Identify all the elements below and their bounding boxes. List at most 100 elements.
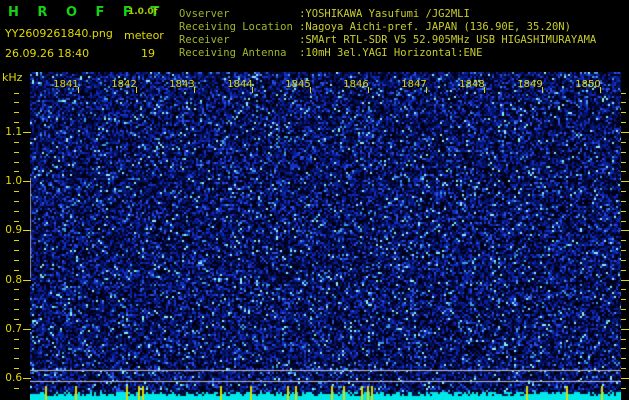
axis-tick xyxy=(14,368,19,369)
axis-tick xyxy=(14,191,19,192)
station-info-row: Ovserver :YOSHIKAWA Yasufumi /JG2MLI xyxy=(179,8,596,21)
time-axis-label: 1843 xyxy=(169,79,195,90)
axis-tick xyxy=(14,299,19,300)
axis-tick xyxy=(14,122,19,123)
axis-tick xyxy=(14,250,19,251)
time-axis-label: 1849 xyxy=(517,79,543,90)
axis-tick xyxy=(621,211,626,212)
axis-tick xyxy=(252,87,253,93)
time-axis-label: 1847 xyxy=(401,79,427,90)
axis-tick xyxy=(621,240,626,241)
axis-tick xyxy=(14,93,19,94)
axis-tick xyxy=(484,87,485,93)
app-version: 1.0.0f xyxy=(128,7,158,17)
axis-tick xyxy=(14,171,19,172)
axis-tick xyxy=(621,260,626,261)
axis-tick xyxy=(600,87,601,93)
axis-tick xyxy=(14,240,19,241)
echo-count: 19 xyxy=(141,47,155,60)
axis-tick xyxy=(23,280,31,281)
observation-datetime: 26.09.26 18:40 xyxy=(5,47,90,60)
axis-tick xyxy=(14,142,19,143)
station-info-label: Receiving Antenna xyxy=(179,47,300,59)
axis-tick xyxy=(14,289,19,290)
axis-tick xyxy=(621,152,626,153)
axis-tick xyxy=(14,162,19,163)
axis-tick xyxy=(621,102,626,103)
spectrogram-heatmap xyxy=(30,72,621,400)
axis-tick xyxy=(310,87,311,93)
freq-axis-label: 0.6 xyxy=(5,372,22,384)
station-info-label: Receiving Location xyxy=(179,21,300,33)
axis-tick xyxy=(621,122,626,123)
axis-tick xyxy=(621,289,626,290)
axis-tick xyxy=(621,132,629,133)
axis-tick xyxy=(621,162,626,163)
axis-tick xyxy=(621,93,626,94)
axis-tick xyxy=(368,87,369,93)
observation-mode-label: meteor xyxy=(124,29,164,42)
axis-tick xyxy=(23,132,31,133)
axis-tick xyxy=(14,112,19,113)
axis-tick xyxy=(14,102,19,103)
axis-tick xyxy=(621,270,626,271)
axis-tick xyxy=(621,368,626,369)
axis-tick xyxy=(621,181,629,182)
axis-tick xyxy=(14,270,19,271)
axis-tick xyxy=(14,319,19,320)
axis-tick xyxy=(14,211,19,212)
axis-tick xyxy=(23,230,31,231)
station-info-value: :SMArt RTL-SDR V5 52.905MHz USB HIGASHIM… xyxy=(299,34,597,46)
axis-tick xyxy=(23,329,31,330)
axis-tick xyxy=(621,250,626,251)
axis-tick xyxy=(78,87,79,93)
axis-tick xyxy=(621,171,626,172)
axis-tick xyxy=(14,260,19,261)
freq-axis-label: 0.7 xyxy=(5,323,22,335)
time-axis-label: 1842 xyxy=(111,79,137,90)
axis-tick xyxy=(14,201,19,202)
freq-axis-label: 0.9 xyxy=(5,224,22,236)
time-axis-label: 1845 xyxy=(285,79,311,90)
axis-tick xyxy=(23,378,31,379)
axis-tick xyxy=(621,309,626,310)
axis-tick xyxy=(621,358,626,359)
axis-tick xyxy=(14,348,19,349)
axis-tick xyxy=(621,280,629,281)
time-axis-label: 1846 xyxy=(343,79,369,90)
axis-tick xyxy=(621,142,626,143)
axis-tick xyxy=(621,112,626,113)
axis-tick xyxy=(542,87,543,93)
axis-tick xyxy=(621,388,626,389)
axis-tick xyxy=(426,87,427,93)
hrofft-spectrogram-image: H R O F F T 1.0.0f YY2609261840.png mete… xyxy=(0,0,629,400)
axis-tick xyxy=(14,221,19,222)
station-info-value: :10mH 3el.YAGI Horizontal:ENE xyxy=(299,47,483,59)
station-info-row: Receiving Location :Nagoya Aichi-pref. J… xyxy=(179,21,596,34)
axis-tick xyxy=(621,329,629,330)
station-info-label: Ovserver xyxy=(179,8,300,20)
axis-tick xyxy=(621,339,626,340)
axis-tick xyxy=(621,201,626,202)
axis-tick xyxy=(23,181,31,182)
axis-tick xyxy=(621,378,629,379)
freq-axis-label: 0.8 xyxy=(5,274,22,286)
station-info-value: :YOSHIKAWA Yasufumi /JG2MLI xyxy=(299,8,470,20)
time-axis-label: 1844 xyxy=(227,79,253,90)
station-info-value: :Nagoya Aichi-pref. JAPAN (136.90E, 35.2… xyxy=(299,21,571,33)
freq-axis-label: 1.1 xyxy=(5,126,22,138)
axis-tick xyxy=(621,221,626,222)
axis-tick xyxy=(136,87,137,93)
axis-tick xyxy=(621,319,626,320)
freq-axis-unit-label: kHz xyxy=(2,71,23,84)
station-info-row: Receiver :SMArt RTL-SDR V5 52.905MHz USB… xyxy=(179,34,596,47)
time-axis-label: 1848 xyxy=(459,79,485,90)
axis-tick xyxy=(14,388,19,389)
axis-tick xyxy=(14,309,19,310)
axis-tick xyxy=(621,191,626,192)
time-axis-label: 1850 xyxy=(575,79,601,90)
axis-tick xyxy=(621,348,626,349)
output-filename: YY2609261840.png xyxy=(5,27,113,40)
time-axis-label: 1841 xyxy=(53,79,79,90)
axis-tick xyxy=(621,299,626,300)
